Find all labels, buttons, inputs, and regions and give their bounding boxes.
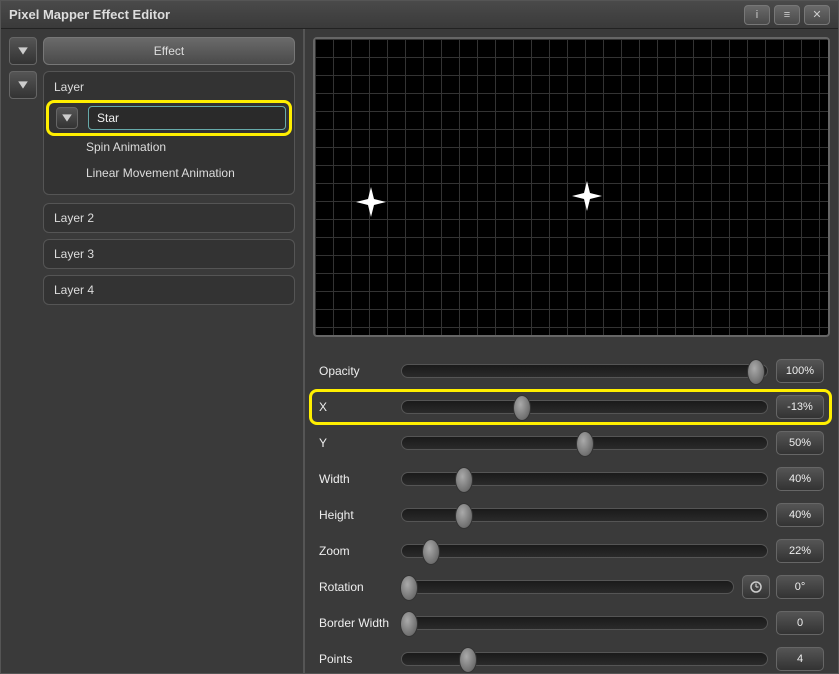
star-shape: [572, 181, 602, 211]
param-slider[interactable]: [401, 616, 768, 630]
param-value[interactable]: 22%: [776, 539, 824, 563]
left-panel: Effect Layer Star Spin Animati: [1, 29, 303, 673]
effect-button[interactable]: Effect: [43, 37, 295, 65]
spin-animation-item[interactable]: Spin Animation: [52, 134, 286, 160]
param-row-x: X -13%: [319, 389, 824, 425]
param-row-y: Y 50%: [319, 425, 824, 461]
param-label: Rotation: [319, 580, 401, 594]
effect-expand-icon[interactable]: [9, 37, 37, 65]
param-row-height: Height 40%: [319, 497, 824, 533]
slider-thumb[interactable]: [576, 431, 594, 457]
star-row-highlight: Star: [52, 106, 286, 130]
layer-item[interactable]: Layer 2: [43, 203, 295, 233]
slider-thumb[interactable]: [455, 467, 473, 493]
param-value[interactable]: 50%: [776, 431, 824, 455]
slider-thumb[interactable]: [400, 575, 418, 601]
linear-movement-item[interactable]: Linear Movement Animation: [52, 160, 286, 186]
star-expand-icon[interactable]: [56, 107, 78, 129]
clock-icon[interactable]: [742, 575, 770, 599]
param-value[interactable]: 100%: [776, 359, 824, 383]
param-slider[interactable]: [401, 652, 768, 666]
param-slider[interactable]: [401, 364, 768, 378]
menu-button[interactable]: ≡: [774, 5, 800, 25]
slider-thumb[interactable]: [747, 359, 765, 385]
slider-thumb[interactable]: [455, 503, 473, 529]
main-area: Effect Layer Star Spin Animati: [1, 29, 838, 673]
param-label: X: [319, 400, 401, 414]
param-label: Border Width: [319, 616, 401, 630]
param-slider[interactable]: [401, 436, 768, 450]
param-label: Opacity: [319, 364, 401, 378]
slider-thumb[interactable]: [400, 611, 418, 637]
param-slider[interactable]: [401, 508, 768, 522]
param-value[interactable]: 40%: [776, 467, 824, 491]
param-label: Zoom: [319, 544, 401, 558]
param-row-border-width: Border Width 0: [319, 605, 824, 641]
param-slider[interactable]: [401, 400, 768, 414]
param-value[interactable]: 4: [776, 647, 824, 671]
star-item[interactable]: Star: [88, 106, 286, 130]
param-value[interactable]: 0: [776, 611, 824, 635]
title-bar: Pixel Mapper Effect Editor i ≡ ✕: [1, 1, 838, 29]
param-row-points: Points 4: [319, 641, 824, 673]
slider-thumb[interactable]: [459, 647, 477, 673]
param-row-width: Width 40%: [319, 461, 824, 497]
param-slider[interactable]: [401, 580, 734, 594]
layer-item[interactable]: Layer 4: [43, 275, 295, 305]
param-value[interactable]: 0°: [776, 575, 824, 599]
layer-panel: Layer Star Spin Animation Linear Movemen…: [43, 71, 295, 195]
layer-expand-icon[interactable]: [9, 71, 37, 99]
param-row-zoom: Zoom 22%: [319, 533, 824, 569]
preview-canvas[interactable]: [313, 37, 830, 337]
param-slider[interactable]: [401, 472, 768, 486]
param-label: Height: [319, 508, 401, 522]
window-title: Pixel Mapper Effect Editor: [9, 7, 740, 22]
slider-thumb[interactable]: [513, 395, 531, 421]
param-row-rotation: Rotation 0°: [319, 569, 824, 605]
param-label: Points: [319, 652, 401, 666]
layer-header: Layer: [44, 72, 294, 102]
parameters-panel: Opacity 100% X -13% Y 50% Width 40% Height 40% Zoo…: [305, 345, 838, 673]
layer-item[interactable]: Layer 3: [43, 239, 295, 269]
param-slider[interactable]: [401, 544, 768, 558]
param-value[interactable]: 40%: [776, 503, 824, 527]
param-label: Y: [319, 436, 401, 450]
star-shape: [356, 187, 386, 217]
right-panel: Opacity 100% X -13% Y 50% Width 40% Height 40% Zoo…: [303, 29, 838, 673]
close-button[interactable]: ✕: [804, 5, 830, 25]
param-value[interactable]: -13%: [776, 395, 824, 419]
param-label: Width: [319, 472, 401, 486]
info-button[interactable]: i: [744, 5, 770, 25]
slider-thumb[interactable]: [422, 539, 440, 565]
param-row-opacity: Opacity 100%: [319, 353, 824, 389]
